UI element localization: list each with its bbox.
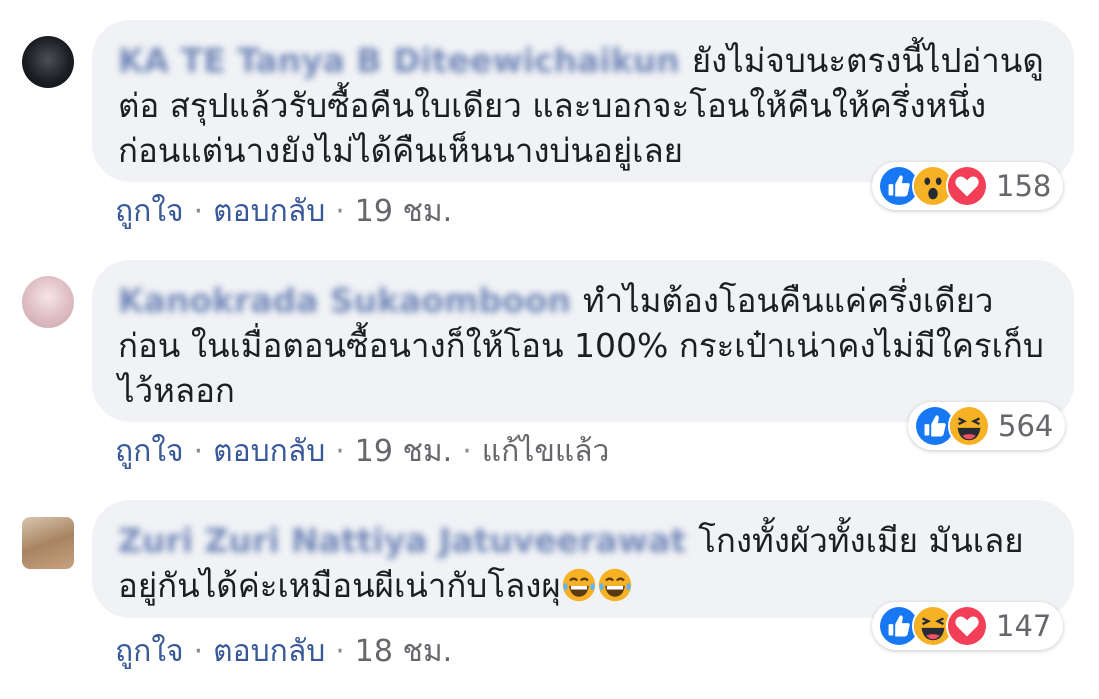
comment-actions: ถูกใจ · ตอบกลับ · 18 ชม. — [115, 628, 452, 675]
like-link[interactable]: ถูกใจ — [115, 434, 184, 469]
reaction-count: 147 — [996, 609, 1052, 643]
edited-label[interactable]: แก้ไขแล้ว — [482, 434, 610, 469]
comment-author[interactable]: Zuri Zuri Nattiya Jatuveerawat — [118, 521, 686, 560]
reply-link[interactable]: ตอบกลับ — [213, 194, 325, 229]
separator-dot: · — [335, 634, 345, 669]
comment-bubble: Zuri Zuri Nattiya Jatuveerawat โกงทั้งผัว… — [92, 500, 1074, 618]
separator-dot: · — [335, 434, 345, 469]
comment-time[interactable]: 19 ชม. — [355, 434, 452, 469]
avatar[interactable] — [22, 276, 74, 328]
laugh-cry-icon — [597, 567, 633, 603]
love-icon — [946, 165, 988, 207]
reaction-count: 564 — [998, 409, 1054, 443]
comment-author[interactable]: Kanokrada Sukaomboon — [118, 281, 571, 320]
separator-dot: · — [462, 434, 472, 469]
reply-link[interactable]: ตอบกลับ — [213, 434, 325, 469]
separator-dot: · — [335, 194, 345, 229]
love-icon — [946, 605, 988, 647]
reaction-count: 158 — [996, 169, 1052, 203]
separator-dot: · — [193, 634, 204, 669]
haha-icon — [948, 405, 990, 447]
reaction-summary[interactable]: 158 — [872, 162, 1064, 210]
avatar[interactable] — [22, 517, 74, 569]
comment-author[interactable]: KA TE Tanya B Diteewichaikun — [118, 41, 680, 80]
reaction-summary[interactable]: 564 — [908, 402, 1066, 450]
avatar[interactable] — [22, 36, 74, 88]
comment-time[interactable]: 18 ชม. — [355, 634, 452, 669]
like-link[interactable]: ถูกใจ — [115, 634, 184, 669]
comment-actions: ถูกใจ · ตอบกลับ · 19 ชม. · แก้ไขแล้ว — [115, 428, 609, 475]
reply-link[interactable]: ตอบกลับ — [213, 634, 325, 669]
comment-actions: ถูกใจ · ตอบกลับ · 19 ชม. — [115, 188, 452, 235]
separator-dot: · — [193, 434, 204, 469]
reaction-summary[interactable]: 147 — [872, 602, 1064, 650]
comment-time[interactable]: 19 ชม. — [355, 194, 452, 229]
like-link[interactable]: ถูกใจ — [115, 194, 184, 229]
separator-dot: · — [193, 194, 204, 229]
laugh-cry-icon — [561, 567, 597, 603]
comment-bubble: Kanokrada Sukaomboon ทำไมต้องโอนคืนแค่ครึ… — [92, 260, 1074, 422]
comment-bubble: KA TE Tanya B Diteewichaikun ยังไม่จบนะตร… — [92, 20, 1074, 182]
